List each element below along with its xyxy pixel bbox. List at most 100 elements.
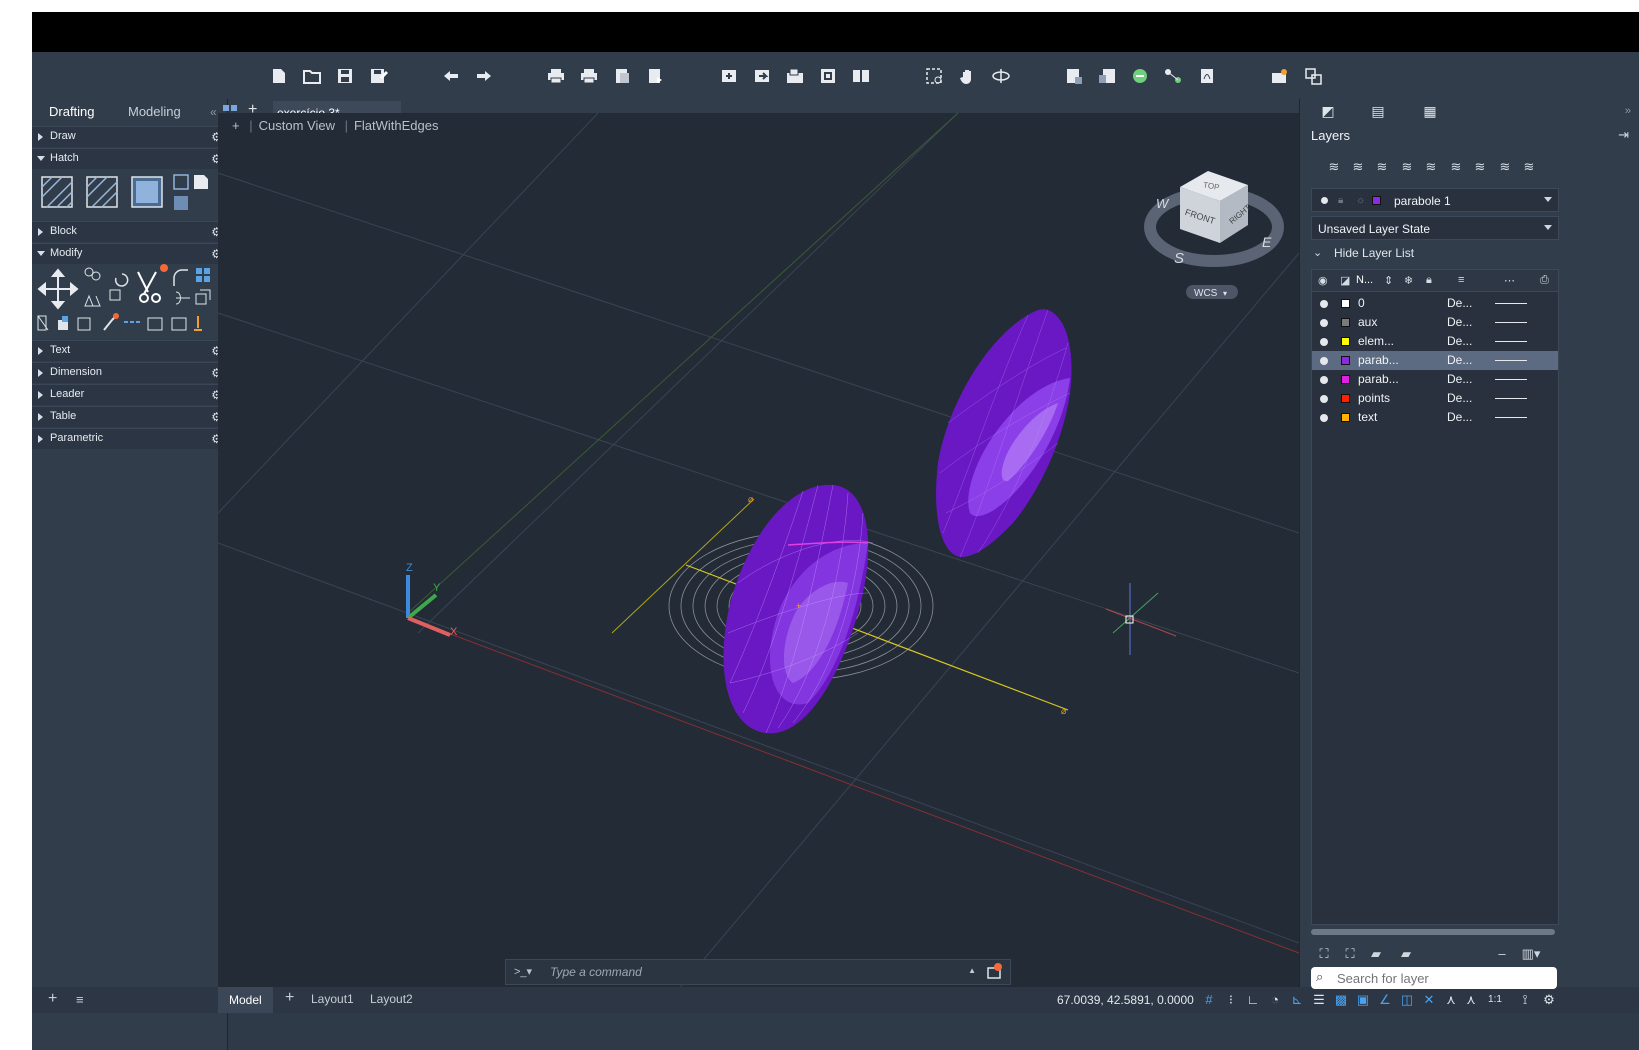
- wipeout-icon[interactable]: [194, 175, 208, 189]
- expand-panel-icon[interactable]: »: [1625, 105, 1631, 117]
- stretch-icon[interactable]: [109, 289, 121, 301]
- array-icon[interactable]: [196, 268, 210, 282]
- redo-icon[interactable]: [473, 66, 495, 86]
- layer-linetype[interactable]: De...: [1447, 372, 1472, 386]
- block-editor-icon[interactable]: [1096, 66, 1118, 86]
- folder-icon[interactable]: ▰: [1366, 946, 1386, 962]
- tab-model[interactable]: Model: [218, 987, 273, 1013]
- batch-plot-icon[interactable]: [578, 66, 600, 86]
- layer-linetype[interactable]: De...: [1447, 353, 1472, 367]
- layer-row[interactable]: points De...: [1312, 389, 1558, 408]
- 3d-osnap-icon[interactable]: ∠: [1376, 991, 1394, 1009]
- undo-icon[interactable]: [440, 66, 462, 86]
- layer-lineweight[interactable]: [1495, 341, 1527, 342]
- layer-linetype[interactable]: De...: [1447, 391, 1472, 405]
- trim-icon[interactable]: [137, 264, 168, 303]
- pan-icon[interactable]: [957, 66, 979, 86]
- sort-icon[interactable]: ⇕: [1384, 274, 1393, 287]
- ortho-icon[interactable]: ∟: [1244, 991, 1262, 1009]
- compass-s-label[interactable]: S: [1174, 250, 1184, 267]
- command-line[interactable]: >_▾ Type a command ▲: [505, 959, 1011, 985]
- layer-lineweight[interactable]: [1495, 303, 1527, 304]
- visibility-icon[interactable]: [1320, 395, 1328, 403]
- layer-linetype[interactable]: De...: [1447, 410, 1472, 424]
- layer-off-icon[interactable]: ≋: [1470, 159, 1490, 177]
- pdf-icon[interactable]: [1196, 66, 1218, 86]
- compass-w-label[interactable]: W: [1156, 196, 1170, 211]
- gear-icon[interactable]: ⚙: [1540, 991, 1558, 1009]
- layer-match-icon[interactable]: ≋: [1421, 159, 1441, 177]
- visibility-icon[interactable]: [1320, 300, 1328, 308]
- xref-icon[interactable]: [817, 66, 839, 86]
- section-draw[interactable]: Draw ⚙: [32, 126, 228, 147]
- mirror-icon[interactable]: [84, 294, 101, 307]
- drawing-viewport[interactable]: + | Custom View | FlatWithEdges ⌀ ⌀ + Z …: [218, 113, 1299, 990]
- rotate-icon[interactable]: [114, 273, 129, 287]
- paraboloid-solid-right[interactable]: [936, 309, 1072, 558]
- new-layer-vp-frozen-icon[interactable]: ≋: [1348, 159, 1368, 177]
- zoom-window-icon[interactable]: [924, 66, 946, 86]
- layer-properties-tab-icon[interactable]: ◩: [1308, 103, 1348, 125]
- layer-row[interactable]: 0 De...: [1312, 294, 1558, 313]
- folder-open-icon[interactable]: ▰: [1396, 946, 1416, 962]
- layer-freeze-icon[interactable]: ≋: [1495, 159, 1515, 177]
- columns-icon[interactable]: ▥▾: [1518, 946, 1544, 962]
- scale-readout[interactable]: 1:1: [1483, 991, 1507, 1009]
- new-icon[interactable]: [268, 66, 290, 86]
- 3d-box-icon[interactable]: [195, 289, 211, 305]
- minimize-icon[interactable]: –: [1492, 946, 1512, 962]
- export-icon[interactable]: [751, 66, 773, 86]
- gradient-icon[interactable]: [86, 176, 118, 208]
- layer-lineweight[interactable]: [1495, 417, 1527, 418]
- boundary-icon[interactable]: [131, 176, 163, 208]
- layer-state-dropdown[interactable]: Unsaved Layer State: [1311, 216, 1559, 240]
- layer-color-swatch[interactable]: [1341, 394, 1350, 403]
- layer-row[interactable]: elem... De...: [1312, 332, 1558, 351]
- attach-icon[interactable]: [784, 66, 806, 86]
- layer-color-swatch[interactable]: [1341, 413, 1350, 422]
- tab-layout2[interactable]: Layout2: [370, 992, 413, 1006]
- layer-linetype[interactable]: De...: [1447, 296, 1472, 310]
- insert-icon[interactable]: [1063, 66, 1085, 86]
- section-leader[interactable]: Leader ⚙: [32, 384, 228, 405]
- auto-scale-icon[interactable]: ⋏: [1442, 991, 1460, 1009]
- viewcube[interactable]: TOP FRONT RIGHT W S E WCS ▾: [1144, 171, 1284, 299]
- section-table[interactable]: Table ⚙: [32, 406, 228, 427]
- visibility-icon[interactable]: [1320, 338, 1328, 346]
- command-prompt-icon[interactable]: >_▾: [514, 965, 532, 978]
- name-column-header[interactable]: N...: [1356, 274, 1373, 286]
- color-column-icon[interactable]: ◪: [1340, 274, 1350, 287]
- workspace-icon[interactable]: ⟟: [1516, 991, 1534, 1009]
- chevron-down-icon[interactable]: ▾: [1223, 289, 1227, 298]
- freeze-column-icon[interactable]: ❄: [1404, 274, 1413, 287]
- layer-lineweight[interactable]: [1495, 322, 1527, 323]
- tab-layout1[interactable]: Layout1: [311, 992, 354, 1006]
- save-as-icon[interactable]: [367, 66, 389, 86]
- layer-color-swatch[interactable]: [1341, 318, 1350, 327]
- layer-lineweight[interactable]: [1495, 379, 1527, 380]
- section-modify[interactable]: Modify ⚙: [32, 243, 228, 264]
- search-input[interactable]: [1337, 969, 1547, 987]
- layer-lineweight[interactable]: [1495, 398, 1527, 399]
- revcloud-icon[interactable]: [174, 196, 188, 210]
- section-text[interactable]: Text ⚙: [32, 340, 228, 361]
- annotation-scale-icon[interactable]: ⋏: [1462, 991, 1480, 1009]
- layer-color-swatch[interactable]: [1341, 356, 1350, 365]
- layer-row[interactable]: parab... De...: [1312, 351, 1558, 370]
- layer-row[interactable]: text De...: [1312, 408, 1558, 427]
- add-layout-button[interactable]: +: [285, 989, 294, 1007]
- render-icon[interactable]: [1269, 66, 1291, 86]
- lengthen-icon[interactable]: [171, 317, 187, 331]
- explode-icon[interactable]: [37, 315, 49, 331]
- connect-icon[interactable]: [1162, 66, 1184, 86]
- new-group-filter-icon[interactable]: ⛶: [1314, 946, 1334, 962]
- settings-icon[interactable]: [1302, 66, 1324, 86]
- add-icon[interactable]: +: [48, 990, 57, 1008]
- command-input[interactable]: Type a command: [550, 965, 642, 979]
- tab-modeling[interactable]: Modeling: [128, 104, 181, 124]
- set-current-icon[interactable]: ≋: [1397, 159, 1417, 177]
- plot-icon[interactable]: [545, 66, 567, 86]
- collapse-panel-button[interactable]: «: [210, 105, 217, 119]
- layer-search[interactable]: ⌕: [1311, 967, 1557, 989]
- layer-lock-icon[interactable]: ≋: [1519, 159, 1539, 177]
